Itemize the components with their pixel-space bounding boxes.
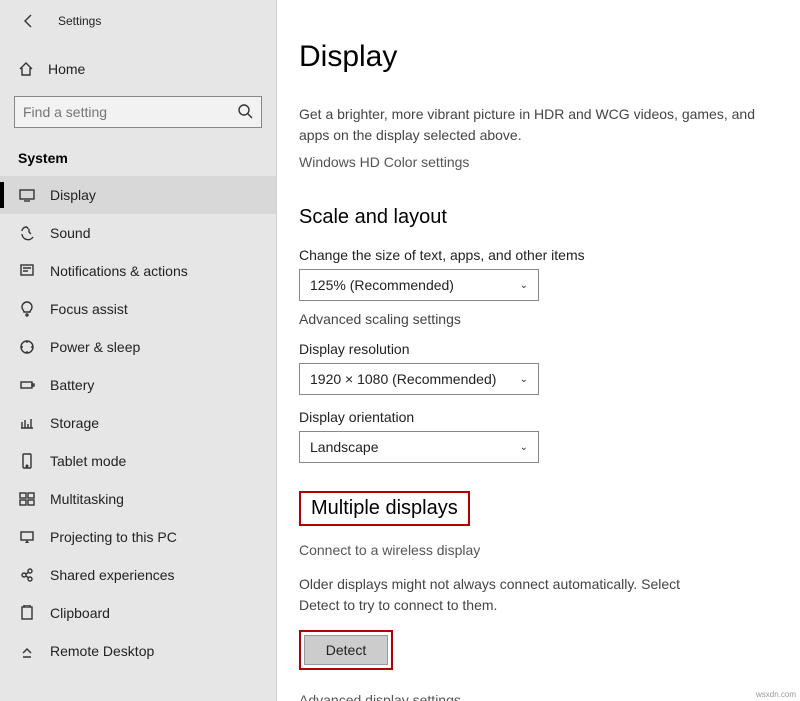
search-icon: [237, 103, 253, 122]
sidebar-item-battery[interactable]: Battery: [0, 366, 276, 404]
res-value: 1920 × 1080 (Recommended): [310, 371, 496, 387]
detect-highlight: Detect: [299, 630, 393, 670]
nav-label: Battery: [50, 377, 94, 393]
nav-label: Notifications & actions: [50, 263, 188, 279]
sidebar-item-notifications-actions[interactable]: Notifications & actions: [0, 252, 276, 290]
detect-hint: Older displays might not always connect …: [299, 574, 699, 616]
sidebar-item-remote-desktop[interactable]: Remote Desktop: [0, 632, 276, 670]
nav-label: Sound: [50, 225, 90, 241]
multi-header-highlight: Multiple displays: [299, 491, 470, 526]
nav-label: Tablet mode: [50, 453, 126, 469]
watermark: wsxdn.com: [756, 690, 796, 699]
arrow-left-icon: [21, 13, 37, 29]
sidebar-item-power-sleep[interactable]: Power & sleep: [0, 328, 276, 366]
res-select[interactable]: 1920 × 1080 (Recommended) ⌄: [299, 363, 539, 395]
chevron-down-icon: ⌄: [520, 442, 528, 453]
nav-icon: [18, 186, 36, 204]
section-label: System: [18, 150, 276, 166]
page-title: Display: [299, 40, 760, 74]
nav-icon: [18, 300, 36, 318]
scale-header: Scale and layout: [299, 206, 760, 229]
nav-label: Multitasking: [50, 491, 124, 507]
nav-icon: [18, 338, 36, 356]
sidebar-item-tablet-mode[interactable]: Tablet mode: [0, 442, 276, 480]
nav-icon: [18, 414, 36, 432]
sidebar-item-focus-assist[interactable]: Focus assist: [0, 290, 276, 328]
scale-select[interactable]: 125% (Recommended) ⌄: [299, 269, 539, 301]
res-label: Display resolution: [299, 341, 760, 357]
titlebar: Settings: [0, 0, 276, 42]
detect-button[interactable]: Detect: [304, 635, 388, 665]
chevron-down-icon: ⌄: [520, 374, 528, 385]
nav-icon: [18, 604, 36, 622]
nav-icon: [18, 452, 36, 470]
hdr-desc: Get a brighter, more vibrant picture in …: [299, 104, 760, 146]
wireless-link[interactable]: Connect to a wireless display: [299, 542, 760, 558]
sidebar-item-shared-experiences[interactable]: Shared experiences: [0, 556, 276, 594]
search-input[interactable]: [23, 104, 237, 120]
chevron-down-icon: ⌄: [520, 280, 528, 291]
nav-icon: [18, 566, 36, 584]
scale-value: 125% (Recommended): [310, 277, 454, 293]
home-label: Home: [48, 61, 85, 77]
nav-label: Projecting to this PC: [50, 529, 177, 545]
multi-header: Multiple displays: [311, 497, 458, 520]
nav-label: Storage: [50, 415, 99, 431]
hdr-link[interactable]: Windows HD Color settings: [299, 154, 760, 170]
content: Display Get a brighter, more vibrant pic…: [277, 0, 800, 701]
nav-label: Remote Desktop: [50, 643, 154, 659]
nav-icon: [18, 224, 36, 242]
orient-value: Landscape: [310, 439, 379, 455]
nav-label: Focus assist: [50, 301, 128, 317]
nav-icon: [18, 642, 36, 660]
sidebar-item-multitasking[interactable]: Multitasking: [0, 480, 276, 518]
home-nav[interactable]: Home: [0, 50, 276, 88]
nav-icon: [18, 528, 36, 546]
nav-label: Display: [50, 187, 96, 203]
scale-label: Change the size of text, apps, and other…: [299, 247, 760, 263]
orient-select[interactable]: Landscape ⌄: [299, 431, 539, 463]
nav-icon: [18, 376, 36, 394]
sidebar-item-sound[interactable]: Sound: [0, 214, 276, 252]
orient-label: Display orientation: [299, 409, 760, 425]
window-title: Settings: [58, 14, 101, 28]
back-button[interactable]: [18, 10, 40, 32]
nav-label: Power & sleep: [50, 339, 140, 355]
nav-label: Clipboard: [50, 605, 110, 621]
sidebar-item-storage[interactable]: Storage: [0, 404, 276, 442]
sidebar-nav: Display Sound Notifications & actions Focus…: [0, 176, 276, 670]
nav-icon: [18, 262, 36, 280]
sidebar: Settings Home System Display Sound Notific…: [0, 0, 277, 701]
search-box[interactable]: [14, 96, 262, 128]
adv-display-link[interactable]: Advanced display settings: [299, 692, 760, 701]
adv-scaling-link[interactable]: Advanced scaling settings: [299, 311, 760, 327]
sidebar-item-clipboard[interactable]: Clipboard: [0, 594, 276, 632]
sidebar-item-display[interactable]: Display: [0, 176, 276, 214]
home-icon: [18, 61, 34, 77]
nav-icon: [18, 490, 36, 508]
nav-label: Shared experiences: [50, 567, 175, 583]
sidebar-item-projecting-to-this-pc[interactable]: Projecting to this PC: [0, 518, 276, 556]
